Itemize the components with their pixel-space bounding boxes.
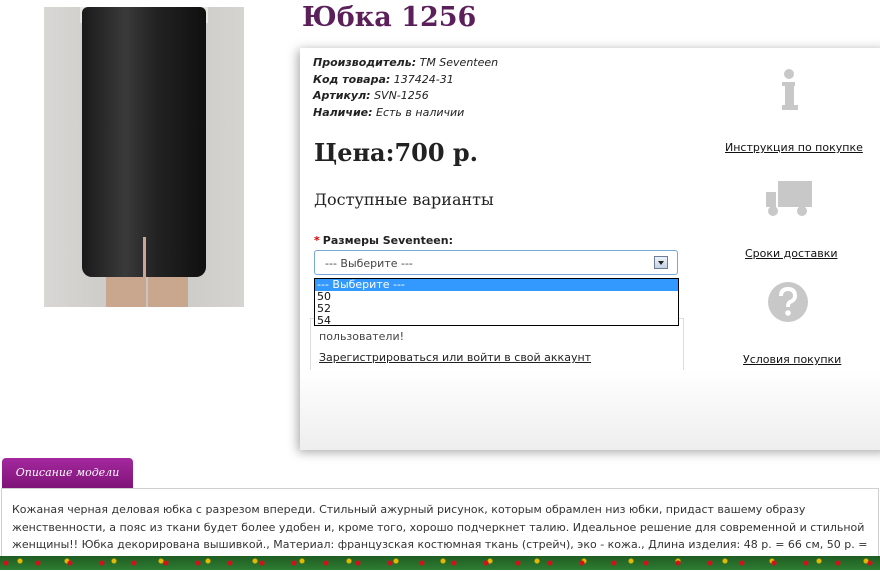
page-title: Юбка 1256	[302, 2, 477, 33]
article-label: Артикул:	[313, 89, 371, 102]
product-info-panel: Производитель: TM Seventeen Код товара: …	[300, 48, 880, 450]
article-value: SVN-1256	[374, 89, 429, 102]
delivery-link[interactable]: Сроки доставки	[745, 247, 838, 260]
product-image[interactable]	[44, 7, 244, 307]
login-message: пользователи!	[319, 330, 405, 343]
size-option[interactable]: 54	[315, 315, 678, 327]
chevron-down-icon[interactable]	[654, 256, 668, 269]
size-label-text: Размеры Seventeen:	[322, 234, 453, 247]
code-row: Код товара: 137424-31	[313, 72, 498, 89]
manufacturer-row: Производитель: TM Seventeen	[313, 55, 498, 72]
size-option[interactable]: 50	[315, 291, 678, 303]
size-dropdown-list[interactable]: --- Выберите --- 50 52 54	[314, 278, 679, 327]
holiday-garland	[0, 556, 880, 570]
size-option[interactable]: 52	[315, 303, 678, 315]
size-option[interactable]: --- Выберите ---	[315, 279, 678, 291]
info-icon	[782, 69, 798, 110]
article-row: Артикул: SVN-1256	[313, 88, 498, 105]
code-label: Код товара:	[313, 72, 391, 86]
truck-icon	[766, 181, 812, 216]
stock-row: Наличие: Есть в наличии	[313, 105, 498, 122]
code-value: 137424-31	[393, 72, 454, 86]
size-label: * Размеры Seventeen:	[314, 234, 453, 247]
size-select[interactable]: --- Выберите ---	[314, 250, 678, 275]
question-icon	[768, 282, 808, 322]
leg-left	[106, 277, 146, 307]
manufacturer-label: Производитель:	[313, 56, 417, 69]
stock-value: Есть в наличии	[376, 105, 465, 119]
stock-label: Наличие:	[313, 105, 373, 119]
required-mark: *	[314, 234, 320, 247]
size-select-value: --- Выберите ---	[325, 257, 413, 270]
conditions-link[interactable]: Условия покупки	[743, 353, 841, 366]
variants-title: Доступные варианты	[314, 190, 494, 209]
skirt-slit	[143, 237, 146, 277]
product-meta: Производитель: TM Seventeen Код товара: …	[313, 55, 498, 121]
leg-right	[148, 277, 188, 307]
manufacturer-value: TM Seventeen	[419, 56, 499, 69]
instruction-link[interactable]: Инструкция по покупке	[725, 141, 863, 154]
tab-description[interactable]: Описание модели	[2, 458, 133, 488]
price: Цена:700 р.	[314, 138, 479, 167]
register-login-link[interactable]: Зарегистрироваться или войти в свой акка…	[319, 351, 591, 364]
